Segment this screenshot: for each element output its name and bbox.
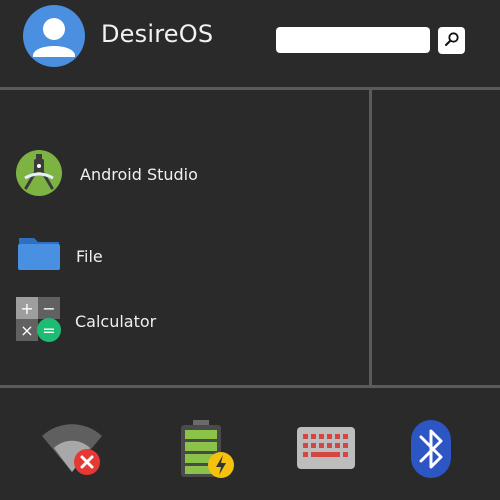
wifi-disconnected-icon[interactable] [40,422,106,482]
svg-text:−: − [42,299,55,318]
svg-text:+: + [20,299,33,318]
calculator-icon: + − × = [14,295,64,345]
keyboard-icon[interactable] [296,426,356,474]
header: DesireOS [0,0,500,88]
folder-icon [14,230,64,280]
app-item-file[interactable]: File [14,230,344,282]
app-list: Android Studio File + − × = Calculator [0,90,368,385]
user-avatar-icon[interactable] [23,5,85,67]
battery-charging-icon[interactable] [176,416,238,486]
app-label-file: File [76,246,103,266]
app-label-calculator: Calculator [75,311,157,331]
magnifier-icon [444,31,460,50]
svg-text:×: × [20,321,33,340]
bluetooth-icon[interactable] [409,418,453,484]
username-label: DesireOS [101,20,214,48]
svg-text:=: = [42,321,55,340]
android-studio-icon [14,148,64,198]
system-tray [0,388,500,500]
app-item-calculator[interactable]: + − × = Calculator [14,295,344,347]
app-label-android-studio: Android Studio [80,164,198,184]
search-input[interactable] [276,27,430,53]
app-item-android-studio[interactable]: Android Studio [14,148,344,200]
search-button[interactable] [438,27,465,54]
vertical-divider [369,90,372,386]
